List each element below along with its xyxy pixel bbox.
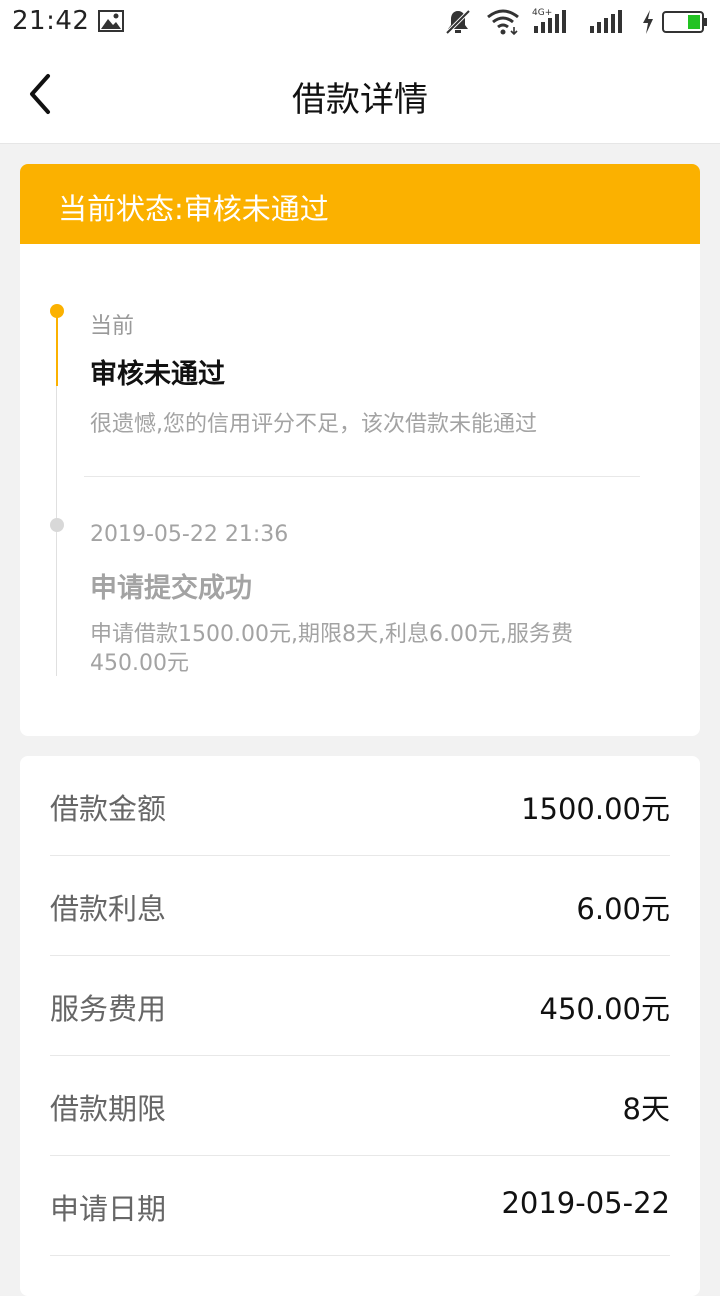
signal-icon: 4G+ — [530, 6, 574, 40]
nav-bar: 借款详情 — [0, 46, 720, 144]
timeline-item-title: 申请提交成功 — [90, 573, 252, 604]
detail-label: 服务费用 — [50, 992, 167, 1026]
timeline-divider — [84, 476, 640, 477]
detail-row-term: 借款期限 8天 — [50, 1056, 670, 1156]
timeline-item-desc: 申请借款1500.00元,期限8天,利息6.00元,服务费450.00元 — [90, 622, 573, 676]
status-time: 21:42 — [12, 6, 90, 36]
status-card: 当前状态:审核未通过 当前 审核未通过 很遗憾,您的信用评分不足，该次借款未能通… — [20, 164, 700, 736]
network-type-label: 4G+ — [532, 8, 552, 18]
charging-icon — [640, 8, 656, 40]
status-banner-text: 当前状态:审核未通过 — [58, 192, 329, 226]
timeline-dot-current — [50, 304, 64, 318]
page-title: 借款详情 — [292, 80, 428, 120]
detail-row-service-fee: 服务费用 450.00元 — [50, 956, 670, 1056]
detail-value: 1500.00元 — [521, 792, 670, 826]
detail-label: 借款期限 — [50, 1092, 167, 1126]
loan-detail-card: 借款金额 1500.00元 借款利息 6.00元 服务费用 450.00元 借款… — [20, 756, 700, 1296]
detail-label: 借款利息 — [50, 892, 167, 926]
detail-value: 450.00元 — [539, 992, 670, 1026]
timeline-item-time: 当前 — [90, 314, 135, 339]
detail-row-amount: 借款金额 1500.00元 — [50, 756, 670, 856]
signal-icon — [588, 8, 628, 40]
timeline-item-time: 2019-05-22 21:36 — [90, 522, 289, 547]
detail-row-apply-date: 申请日期 2019-05-22 — [50, 1156, 670, 1256]
timeline-dot-past — [50, 518, 64, 532]
battery-icon — [662, 10, 708, 38]
detail-value: 8天 — [622, 1092, 670, 1126]
timeline-item-desc: 很遗憾,您的信用评分不足，该次借款未能通过 — [90, 412, 537, 437]
detail-value: 6.00元 — [576, 892, 670, 926]
timeline-item-title: 审核未通过 — [90, 359, 225, 390]
status-bar: 21:42 4G+ — [0, 0, 720, 46]
wifi-icon — [486, 8, 520, 40]
gallery-icon — [98, 10, 124, 36]
detail-row-interest: 借款利息 6.00元 — [50, 856, 670, 956]
detail-label: 借款金额 — [50, 792, 167, 826]
mute-icon — [444, 8, 472, 40]
detail-value: 2019-05-22 — [501, 1186, 670, 1220]
detail-label: 申请日期 — [50, 1192, 167, 1226]
timeline-line-active — [56, 310, 58, 386]
